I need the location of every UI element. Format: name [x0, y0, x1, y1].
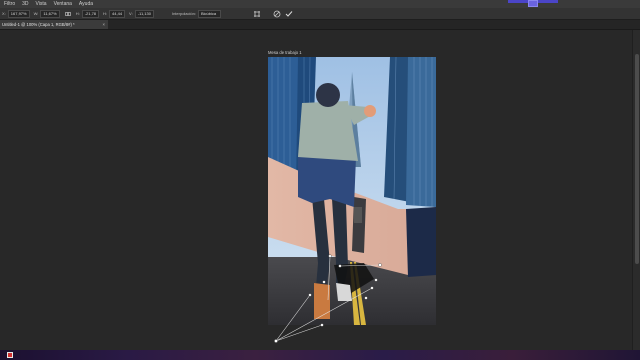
runner-photo — [268, 57, 436, 325]
w-input[interactable]: 11,67% — [40, 9, 60, 18]
artboard-label: Mesa de trabajo 1 — [268, 50, 302, 55]
angle-field: H: 44,44 — [103, 9, 126, 18]
warp-handle[interactable] — [328, 254, 332, 258]
options-bar: X: 167,97% W: 11,67% H: -21,78 H: 44,44 … — [0, 8, 640, 20]
warp-handle[interactable] — [374, 278, 378, 282]
cancel-icon[interactable] — [273, 10, 281, 18]
scrollbar-thumb[interactable] — [635, 54, 639, 264]
angle-input[interactable]: 44,44 — [109, 9, 126, 18]
artboard-image[interactable] — [268, 57, 436, 325]
w-field: W: 11,67% — [33, 9, 60, 18]
v-input[interactable]: -11,130 — [134, 9, 154, 18]
warp-handle[interactable] — [364, 296, 368, 300]
v-label: V: — [129, 11, 133, 16]
interpolation-label: Interpolación: — [171, 11, 196, 16]
commit-check-icon[interactable] — [285, 10, 293, 18]
menu-filter[interactable]: Filtro — [4, 0, 15, 8]
h-input[interactable]: -21,78 — [81, 9, 100, 18]
interpolation-select[interactable]: Bicúbica — [197, 9, 222, 18]
x-field: X: 167,97% — [2, 9, 30, 18]
warp-handle[interactable] — [322, 280, 326, 284]
warp-handle[interactable] — [274, 339, 278, 343]
document-tab-bar: Untitled-1 @ 100% (Capa 1, RGB/8#) * × — [0, 20, 640, 30]
interpolation-field: Interpolación: Bicúbica — [171, 9, 222, 18]
angle-label: H: — [103, 11, 108, 16]
v-field: V: -11,130 — [129, 9, 154, 18]
h-field: H: -21,78 — [75, 9, 100, 18]
menu-help[interactable]: Ayuda — [79, 0, 93, 8]
link-icon[interactable] — [64, 10, 72, 18]
h-label: H: — [75, 11, 80, 16]
warp-handle[interactable] — [320, 323, 324, 327]
menu-view[interactable]: Vista — [36, 0, 47, 8]
vertical-scrollbar[interactable] — [632, 30, 640, 350]
window-accent-button[interactable] — [528, 0, 538, 7]
warp-handle[interactable] — [370, 286, 374, 290]
menu-3d[interactable]: 3D — [22, 0, 28, 8]
taskbar — [0, 350, 640, 360]
warp-handle[interactable] — [378, 263, 382, 267]
warp-handle[interactable] — [308, 293, 312, 297]
document-tab-label: Untitled-1 @ 100% (Capa 1, RGB/8#) * — [2, 22, 75, 27]
close-icon[interactable]: × — [103, 20, 105, 29]
warp-handle[interactable] — [338, 264, 342, 268]
menu-window[interactable]: Ventana — [54, 0, 72, 8]
start-icon[interactable] — [7, 352, 13, 358]
window-accent — [508, 0, 558, 7]
x-input[interactable]: 167,97% — [7, 9, 30, 18]
document-tab[interactable]: Untitled-1 @ 100% (Capa 1, RGB/8#) * × — [0, 20, 108, 29]
warp-icon[interactable] — [253, 10, 261, 18]
w-label: W: — [33, 11, 39, 16]
x-label: X: — [2, 11, 6, 16]
